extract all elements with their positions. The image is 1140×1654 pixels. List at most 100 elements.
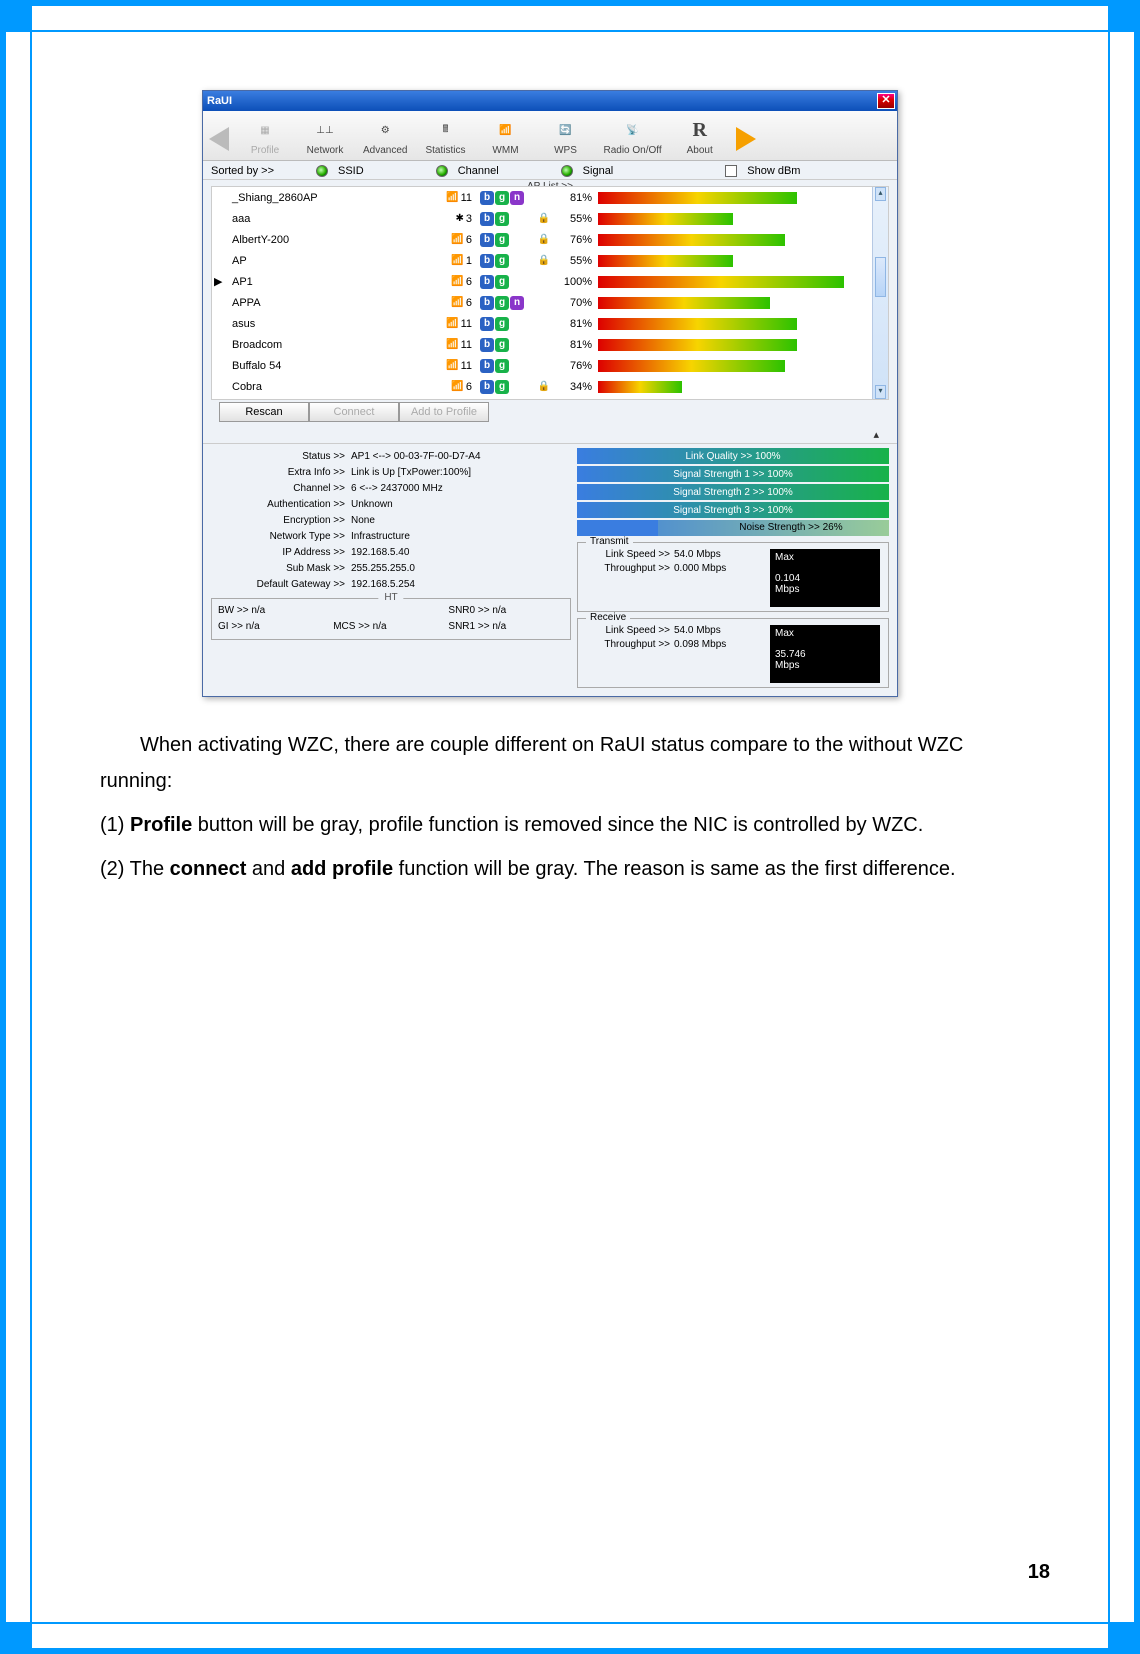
ap-row[interactable]: asus📶11bg81% — [212, 313, 888, 334]
ap-modes: bg — [480, 275, 534, 289]
mode-b-icon: b — [480, 317, 494, 331]
titlebar[interactable]: RaUI ✕ — [203, 91, 897, 111]
ap-modes: bg — [480, 254, 534, 268]
mode-n-icon: n — [510, 191, 524, 205]
collapse-icon[interactable]: ▴ — [211, 428, 889, 441]
ap-row[interactable]: aaa✱3bg🔒55% — [212, 208, 888, 229]
scrollbar[interactable]: ▴ ▾ — [872, 187, 888, 399]
ap-channel: 📶11 — [432, 339, 480, 351]
ap-row[interactable]: Buffalo 54📶11bg76% — [212, 355, 888, 376]
ht-cell: SNR0 >> n/a — [448, 605, 563, 621]
ap-row[interactable]: APPA📶6bgn70% — [212, 292, 888, 313]
mode-g-icon: g — [495, 338, 509, 352]
adhoc-icon: ✱ — [455, 213, 463, 224]
ap-signal-pct: 81% — [554, 318, 598, 330]
window-title: RaUI — [207, 95, 232, 107]
ap-row[interactable]: AP📶1bg🔒55% — [212, 250, 888, 271]
page-number: 18 — [1028, 1561, 1050, 1584]
network-tab[interactable]: ⊥⊥ Network — [295, 114, 355, 158]
signal-icon: 📶 — [446, 339, 458, 350]
receive-group: Receive Link Speed >>54.0 Mbps Throughpu… — [577, 618, 889, 688]
about-tab[interactable]: R About — [670, 114, 730, 158]
ap-ssid: APPA — [232, 297, 432, 309]
signal-icon: 📶 — [451, 276, 463, 287]
mode-n-icon: n — [510, 296, 524, 310]
signal-icon: 📶 — [446, 360, 458, 371]
network-label: Network — [303, 145, 347, 156]
signal-radio[interactable] — [561, 165, 573, 177]
ap-row[interactable]: Broadcom📶11bg81% — [212, 334, 888, 355]
ap-channel: 📶1 — [432, 255, 480, 267]
rx-throughput: 0.098 Mbps — [674, 639, 726, 653]
ht-cell: GI >> n/a — [218, 621, 333, 637]
lock-icon: 🔒 — [534, 255, 554, 266]
rx-link-speed: 54.0 Mbps — [674, 625, 721, 639]
show-dbm-label[interactable]: Show dBm — [747, 165, 800, 177]
scroll-up-icon[interactable]: ▴ — [875, 187, 886, 201]
ssid-sort-label[interactable]: SSID — [338, 165, 364, 177]
network-icon: ⊥⊥ — [303, 117, 347, 145]
mode-b-icon: b — [480, 212, 494, 226]
ap-signal-bar — [598, 255, 844, 267]
channel-radio[interactable] — [436, 165, 448, 177]
ap-signal-pct: 76% — [554, 360, 598, 372]
mode-b-icon: b — [480, 191, 494, 205]
mode-b-icon: b — [480, 380, 494, 394]
status-pane: Status >>AP1 <--> 00-03-7F-00-D7-A4Extra… — [203, 443, 897, 696]
mode-g-icon: g — [495, 275, 509, 289]
ssid-radio[interactable] — [316, 165, 328, 177]
status-line: Extra Info >>Link is Up [TxPower:100%] — [211, 464, 571, 480]
ap-modes: bg — [480, 212, 534, 226]
lock-icon: 🔒 — [534, 234, 554, 245]
rx-max-box: Max 35.746 Mbps — [770, 625, 880, 683]
ap-list[interactable]: _Shiang_2860AP📶11bgn81%aaa✱3bg🔒55%Albert… — [211, 186, 889, 400]
advanced-tab[interactable]: ⚙ Advanced — [355, 114, 415, 158]
signal-sort-label[interactable]: Signal — [583, 165, 614, 177]
ap-ssid: Broadcom — [232, 339, 432, 351]
qos-icon: 📶 — [483, 117, 527, 145]
ap-modes: bg — [480, 338, 534, 352]
mode-g-icon: g — [495, 212, 509, 226]
ap-signal-bar — [598, 318, 844, 330]
ht-cell: SNR1 >> n/a — [448, 621, 563, 637]
radio-tab[interactable]: 📡 Radio On/Off — [595, 114, 669, 158]
ap-ssid: AP — [232, 255, 432, 267]
ap-row[interactable]: ▶AP1📶6bg100% — [212, 271, 888, 292]
add-profile-button: Add to Profile — [399, 402, 489, 422]
ap-modes: bg — [480, 233, 534, 247]
ap-row[interactable]: _Shiang_2860AP📶11bgn81% — [212, 187, 888, 208]
status-line: Network Type >>Infrastructure — [211, 528, 571, 544]
channel-sort-label[interactable]: Channel — [458, 165, 499, 177]
forward-arrow-icon[interactable] — [736, 127, 756, 151]
ap-signal-bar — [598, 276, 844, 288]
wps-tab[interactable]: 🔄 WPS — [535, 114, 595, 158]
status-line: Default Gateway >>192.168.5.254 — [211, 576, 571, 592]
doc-item-1: (1) Profile button will be gray, profile… — [100, 807, 1000, 843]
ap-row[interactable]: AlbertY-200📶6bg🔒76% — [212, 229, 888, 250]
ap-signal-bar — [598, 381, 844, 393]
mode-g-icon: g — [495, 296, 509, 310]
statistics-tab[interactable]: 🖩 Statistics — [415, 114, 475, 158]
radio-icon: 📡 — [603, 117, 661, 145]
scroll-thumb[interactable] — [875, 257, 886, 297]
wmm-label: WMM — [483, 145, 527, 156]
radio-label: Radio On/Off — [603, 145, 661, 156]
tx-throughput: 0.000 Mbps — [674, 563, 726, 577]
status-line: IP Address >>192.168.5.40 — [211, 544, 571, 560]
wmm-tab[interactable]: 📶 WMM — [475, 114, 535, 158]
ht-group: HT BW >> n/aSNR0 >> n/aGI >> n/aMCS >> n… — [211, 598, 571, 640]
signal-icon: 📶 — [451, 255, 463, 266]
mode-b-icon: b — [480, 233, 494, 247]
ht-cell: MCS >> n/a — [333, 621, 448, 637]
tx-max-box: Max 0.104 Mbps — [770, 549, 880, 607]
close-icon[interactable]: ✕ — [877, 93, 895, 109]
mode-b-icon: b — [480, 296, 494, 310]
gear-icon: ⚙ — [363, 117, 407, 145]
scroll-down-icon[interactable]: ▾ — [875, 385, 886, 399]
show-dbm-checkbox[interactable] — [725, 165, 737, 177]
ap-ssid: Buffalo 54 — [232, 360, 432, 372]
rescan-button[interactable]: Rescan — [219, 402, 309, 422]
back-arrow-icon[interactable] — [209, 127, 229, 151]
signal-icon: 📶 — [451, 381, 463, 392]
ap-row[interactable]: Cobra📶6bg🔒34% — [212, 376, 888, 397]
